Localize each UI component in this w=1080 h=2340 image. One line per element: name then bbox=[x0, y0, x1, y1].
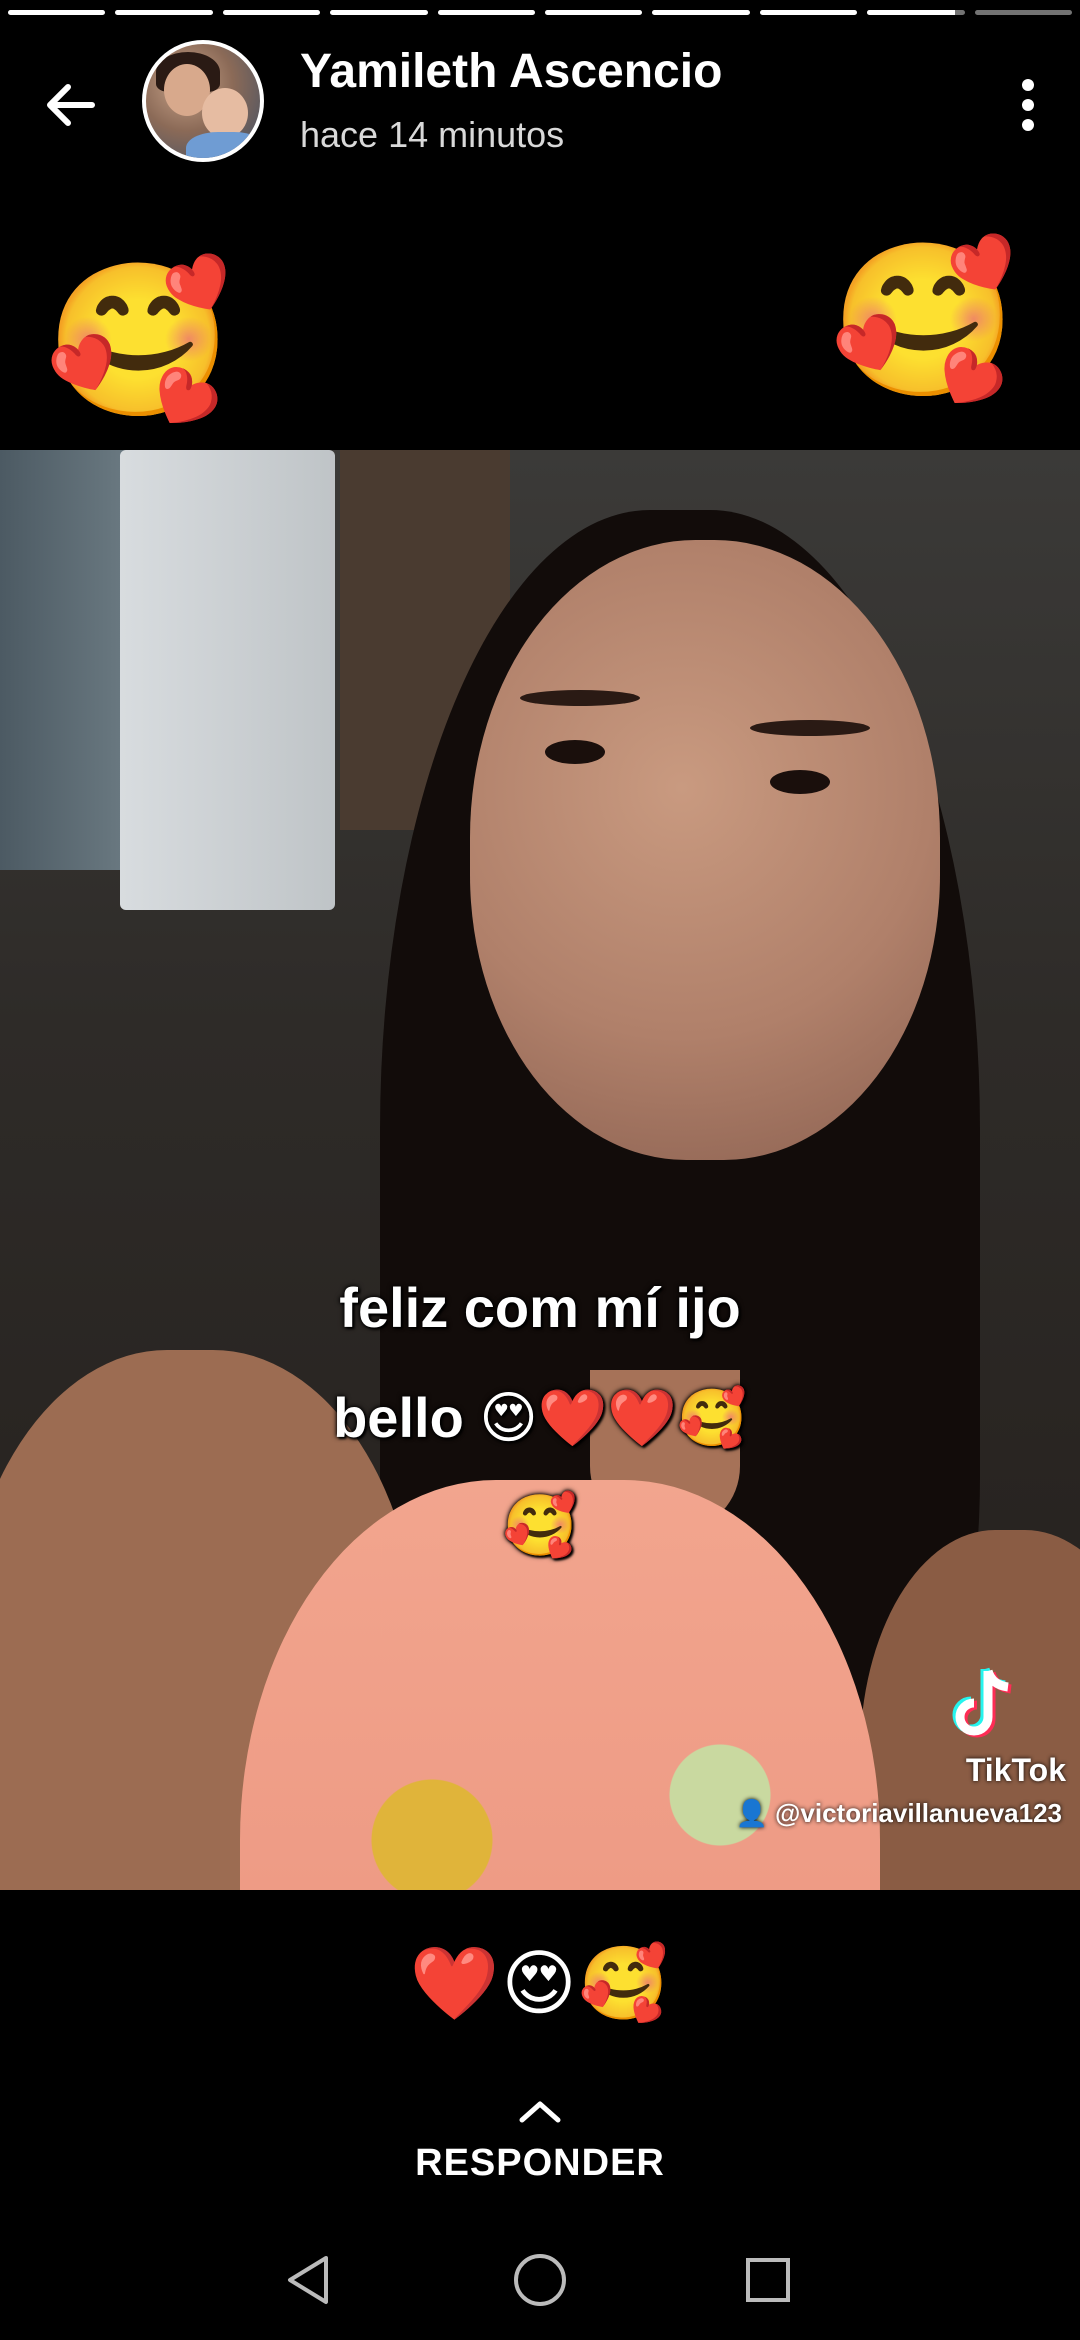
story-timestamp: hace 14 minutos bbox=[300, 114, 565, 155]
progress-segment bbox=[545, 10, 643, 15]
progress-segment bbox=[330, 10, 428, 15]
tiktok-brand-label: TikTok bbox=[965, 1752, 1066, 1788]
story-progress-bar bbox=[8, 10, 1073, 16]
progress-segment bbox=[974, 10, 1073, 15]
user-icon: 👤 bbox=[735, 1798, 776, 1828]
tiktok-logo-icon bbox=[930, 1665, 1040, 1745]
story-header: Yamileth Ascencio hace 14 minutos bbox=[0, 30, 1080, 170]
sticker-smiling-hearts-right: 🥰 bbox=[830, 236, 1017, 404]
progress-segment bbox=[759, 10, 858, 15]
tiktok-username: 👤 @victoriavillanueva123 bbox=[735, 1798, 1062, 1829]
progress-segment bbox=[652, 10, 750, 15]
back-arrow-icon bbox=[47, 84, 95, 126]
progress-segment bbox=[8, 10, 106, 15]
caption-line-3: 🥰 bbox=[502, 1492, 578, 1559]
progress-segment bbox=[867, 10, 965, 15]
story-photo bbox=[0, 450, 1080, 1890]
nav-recents-button[interactable] bbox=[728, 2240, 808, 2320]
progress-segment bbox=[222, 10, 321, 15]
user-name[interactable]: Yamileth Ascencio bbox=[300, 44, 722, 99]
circle-home-icon bbox=[514, 2254, 566, 2306]
nav-home-button[interactable] bbox=[500, 2240, 580, 2320]
square-recents-icon bbox=[746, 2258, 790, 2302]
chevron-up-icon[interactable] bbox=[510, 2090, 570, 2130]
tiktok-username-text: @victoriavillanueva123 bbox=[775, 1798, 1062, 1828]
more-options-button[interactable] bbox=[998, 70, 1058, 140]
caption-line-1: feliz com mí ijo bbox=[339, 1276, 741, 1339]
avatar[interactable] bbox=[142, 40, 264, 162]
story-viewer: Yamileth Ascencio hace 14 minutos 🥰 🥰 fe… bbox=[0, 0, 1080, 2340]
reply-button[interactable]: RESPONDER bbox=[0, 2142, 1080, 2185]
nav-back-button[interactable] bbox=[268, 2240, 348, 2320]
caption-line-2: bello 😍❤️❤️🥰 bbox=[333, 1386, 747, 1449]
more-vertical-icon bbox=[1022, 79, 1034, 131]
quick-reactions[interactable]: ❤️😍🥰 bbox=[0, 1948, 1080, 2020]
sticker-smiling-hearts-left: 🥰 bbox=[45, 256, 232, 424]
system-navigation-bar bbox=[0, 2210, 1080, 2340]
progress-segment bbox=[115, 10, 213, 15]
triangle-back-icon bbox=[288, 2256, 328, 2304]
back-button[interactable] bbox=[30, 65, 110, 145]
progress-segment bbox=[437, 10, 536, 15]
